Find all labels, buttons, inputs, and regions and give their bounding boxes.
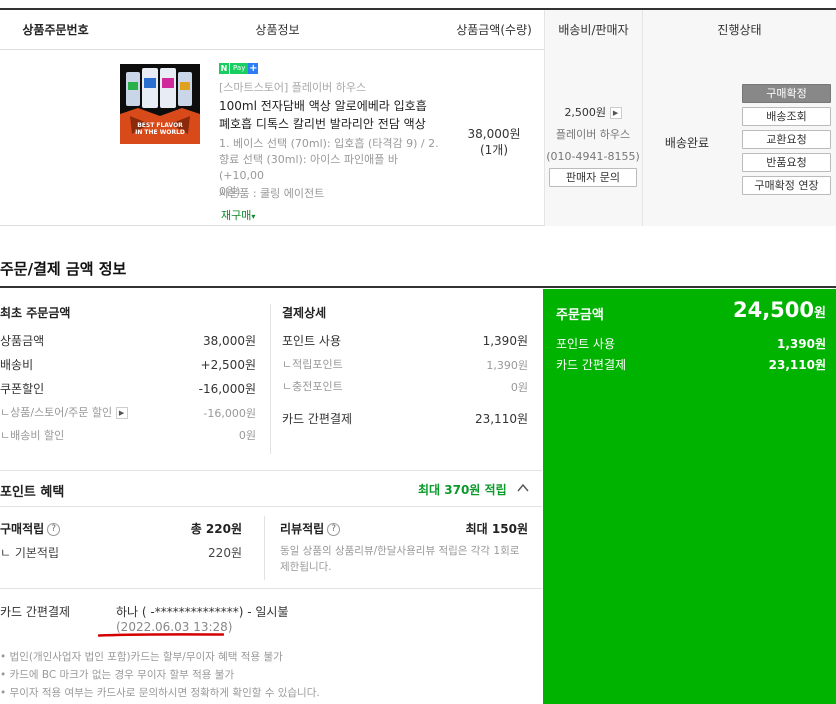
order-total-panel: 주문금액 24,500원 포인트 사용 1,390원 카드 간편결제 23,11… <box>543 289 836 704</box>
npay-badge: N Pay + <box>219 63 259 75</box>
row-label: 포인트 사용 <box>282 334 342 348</box>
exchange-request-button[interactable]: 교환요청 <box>742 130 831 149</box>
card-payment-value: 하나 ( -**************) - 일시불 <box>116 605 289 619</box>
row-label: ㄴ충전포인트 <box>282 380 343 393</box>
row-value: -16,000원 <box>198 382 256 396</box>
row-value: 1,390원 <box>486 359 528 372</box>
row-label: 배송비 <box>0 358 34 372</box>
review-points-note: 동일 상품의 상품리뷰/한달사용리뷰 적립은 각각 1회로 제한됩니다. <box>280 543 540 575</box>
thumbnail-caption-line2: IN THE WORLD <box>135 129 185 136</box>
rebuy-label: 재구매 <box>221 209 252 222</box>
total-row-value: 23,110원 <box>768 358 826 372</box>
row-label: 쿠폰할인 <box>0 382 45 396</box>
purchase-points-label: 구매적립? <box>0 520 61 537</box>
npay-label: Pay <box>229 63 249 74</box>
row-value: -16,000원 <box>203 407 256 420</box>
review-points-label-text: 리뷰적립 <box>280 522 325 536</box>
confirm-purchase-button[interactable]: 구매확정 <box>742 84 831 103</box>
product-name-link[interactable]: 100ml 전자담배 액상 알로에베라 입호흡 폐호흡 디톡스 칼리번 발라리안… <box>219 97 439 133</box>
price-value: 38,000원 <box>467 127 521 141</box>
extend-confirm-button[interactable]: 구매확정 연장 <box>742 176 831 195</box>
divider <box>0 588 542 589</box>
return-request-button[interactable]: 반품요청 <box>742 153 831 172</box>
points-max: 최대 370원 적립 <box>418 483 507 497</box>
row-value: 1,390원 <box>482 334 528 348</box>
chevron-down-icon: ▾ <box>251 212 256 221</box>
help-icon[interactable]: ? <box>327 523 341 536</box>
row-label: ㄴ적립포인트 <box>282 358 343 371</box>
option-line2: 향료 선택 (30ml): 아이스 파인애플 바 (+10,00 <box>219 153 398 182</box>
thumbnail-caption: BEST FLAVOR IN THE WORLD <box>120 122 200 136</box>
discount-label: ㄴ상품/스토어/주문 할인 <box>0 406 113 419</box>
chevron-right-icon[interactable]: ▶ <box>115 407 128 419</box>
rebuy-link[interactable]: 재구매▾ <box>221 207 255 223</box>
total-row-label: 카드 간편결제 <box>556 358 627 372</box>
payment-detail-panel: 결제상세 포인트 사용 1,390원 ㄴ적립포인트 1,390원 ㄴ충전포인트 … <box>271 288 542 468</box>
notice-line: • 법인(개인사업자 법인 포함)카드는 할부/무이자 혜택 적용 불가 <box>0 651 283 663</box>
total-amount-value: 24,500 <box>732 298 815 322</box>
basic-points-value: 220원 <box>208 546 242 560</box>
review-note-line1: 동일 상품의 상품리뷰/한달사용리뷰 적립은 각각 1회로 <box>280 545 520 557</box>
purchase-points-value: 총 220원 <box>190 522 242 536</box>
product-name-line2: 폐호흡 디톡스 칼리번 발라리안 전담 액상 <box>219 117 426 131</box>
row-value: +2,500원 <box>200 358 256 372</box>
notice-line: • 무이자 적용 여부는 카드사로 문의하시면 정확하게 확인할 수 있습니다. <box>0 687 320 699</box>
option-line1: 1. 베이스 선택 (70ml): 입호흡 (타격감 9) / 2. <box>219 137 439 150</box>
row-value: 23,110원 <box>474 412 528 426</box>
product-name-line1: 100ml 전자담배 액상 알로에베라 입호흡 <box>219 99 427 113</box>
shipping-fee-value: 2,500원 <box>564 106 607 119</box>
divider <box>0 506 542 507</box>
row-value: 0원 <box>238 429 256 442</box>
chevron-right-icon[interactable]: ▶ <box>609 107 622 119</box>
row-label: ㄴ상품/스토어/주문 할인 ▶ <box>0 404 128 420</box>
card-payment-date: (2022.06.03 13:28) <box>116 620 233 634</box>
row-label: ㄴ배송비 할인 <box>0 429 65 442</box>
review-points-label: 리뷰적립? <box>280 520 341 537</box>
total-amount-unit: 원 <box>814 306 826 321</box>
npay-n-icon: N <box>219 63 229 74</box>
annotation-underline <box>98 633 224 637</box>
points-title: 포인트 혜택 <box>0 485 65 500</box>
total-amount: 24,500원 <box>733 298 826 322</box>
row-value: 38,000원 <box>202 334 256 348</box>
seller-phone: (010-4941-8155) <box>546 150 640 163</box>
help-icon[interactable]: ? <box>47 523 61 536</box>
table-row: BEST FLAVOR IN THE WORLD N Pay + [스마트스토어… <box>0 42 836 226</box>
seller-name: 플레이버 하우스 <box>555 128 631 141</box>
total-label: 주문금액 <box>556 308 604 323</box>
shipping-fee: 2,500원 ▶ <box>544 104 642 120</box>
store-link[interactable]: [스마트스토어] 플레이버 하우스 <box>219 79 366 95</box>
price-qty: 38,000원 (1개) <box>444 126 544 158</box>
row-label: 상품금액 <box>0 334 45 348</box>
notice-line: • 카드에 BC 마크가 없는 경우 무이자 할부 적용 불가 <box>0 669 235 681</box>
payment-detail-title: 결제상세 <box>282 306 327 320</box>
column-divider <box>264 516 265 580</box>
basic-points-label: ㄴ 기본적립 <box>0 546 60 560</box>
thumbnail-caption-line1: BEST FLAVOR <box>137 122 183 129</box>
qty-value: (1개) <box>479 143 509 157</box>
review-points-value: 최대 150원 <box>465 522 528 536</box>
review-note-line2: 제한됩니다. <box>280 561 332 573</box>
gift-info: 사은품 : 쿨링 에이전트 <box>219 187 325 200</box>
divider <box>0 470 542 471</box>
initial-amount-panel: 최초 주문금액 상품금액 38,000원 배송비 +2,500원 쿠폰할인 -1… <box>0 288 270 468</box>
row-label: 카드 간편결제 <box>282 412 353 426</box>
chevron-up-icon[interactable] <box>516 481 530 495</box>
page-section-title: 주문/결제 금액 정보 <box>0 260 127 278</box>
npay-plus-icon: + <box>248 63 259 74</box>
initial-amount-title: 최초 주문금액 <box>0 306 71 320</box>
seller-inquiry-button[interactable]: 판매자 문의 <box>549 168 637 187</box>
purchase-points-label-text: 구매적립 <box>0 522 45 536</box>
row-value: 0원 <box>510 381 528 394</box>
total-row-value: 1,390원 <box>777 337 826 351</box>
total-row-label: 포인트 사용 <box>556 337 616 351</box>
order-status: 배송완료 <box>664 136 710 150</box>
track-delivery-button[interactable]: 배송조회 <box>742 107 831 126</box>
card-payment-label: 카드 간편결제 <box>0 605 71 619</box>
